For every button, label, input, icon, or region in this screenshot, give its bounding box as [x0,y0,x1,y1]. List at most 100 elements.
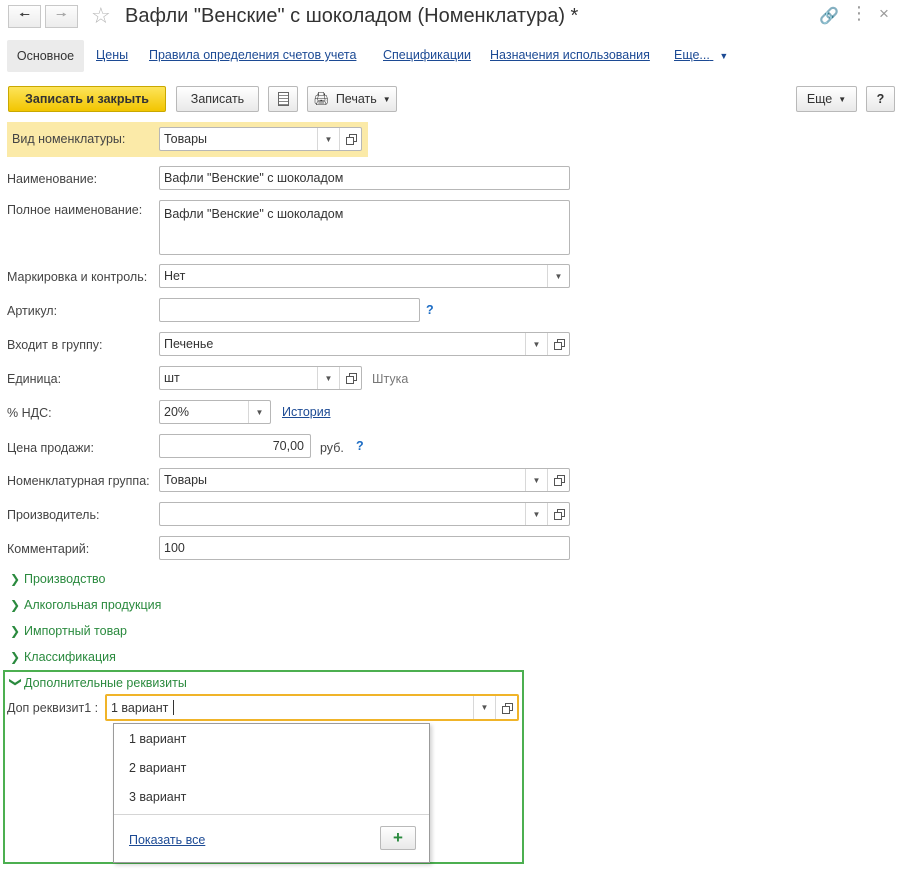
comment-value: 100 [164,541,185,555]
caret-down-icon: ▼ [324,373,333,383]
forward-button[interactable]: 🠖 [45,5,78,28]
save-and-close-button[interactable]: Записать и закрыть [8,86,166,112]
arrow-left-icon: 🠔 [19,8,30,22]
group-classification-label: Классификация [24,650,116,664]
add-value-button[interactable]: + [380,826,416,850]
nomgroup-dropdown-button[interactable]: ▼ [525,469,547,491]
close-icon[interactable]: × [879,4,889,24]
caret-down-icon: ▼ [719,51,729,61]
caret-down-icon: ▼ [255,407,264,417]
tab-prices[interactable]: Цены [96,48,128,62]
document-list-icon [277,92,289,106]
group-alcohol[interactable]: ❯ Алкогольная продукция [10,598,161,612]
open-form-icon [345,373,357,384]
producer-field[interactable]: ▼ [159,502,570,526]
article-help-icon[interactable]: ? [426,303,434,317]
unit-dropdown-button[interactable]: ▼ [317,367,339,389]
producer-dropdown-button[interactable]: ▼ [525,503,547,525]
print-label: Печать [335,92,377,106]
open-form-icon [501,702,513,714]
marking-select[interactable]: Нет ▼ [159,264,570,288]
tab-more-label: Еще... [674,48,710,62]
back-button[interactable]: 🠔 [8,5,41,28]
price-value: 70,00 [272,439,304,453]
window-title: Вафли "Венские" с шоколадом (Номенклатур… [125,5,579,27]
tab-accounting-rules[interactable]: Правила определения счетов учета [149,48,356,62]
extra-attr-field[interactable]: 1 вариант ▼ [105,694,519,721]
caret-down-icon: ▼ [324,134,333,144]
article-label: Артикул: [7,304,58,318]
group-label: Входит в группу: [7,338,103,352]
extra-attr-open-button[interactable] [495,696,517,719]
open-form-icon [553,339,565,350]
printer-icon: 🖨 [313,91,330,106]
dropdown-option[interactable]: 3 вариант [129,790,186,804]
kind-open-button[interactable] [339,128,361,150]
dropdown-option[interactable]: 2 вариант [129,761,186,775]
caret-down-icon: ▼ [838,94,847,104]
kind-dropdown-button[interactable]: ▼ [317,128,339,150]
dropdown-option[interactable]: 1 вариант [129,732,186,746]
producer-open-button[interactable] [547,503,569,525]
vat-select[interactable]: 20% ▼ [159,400,271,424]
group-import-label: Импортный товар [24,624,127,638]
marking-dropdown-button[interactable]: ▼ [547,265,569,287]
more-actions-button[interactable]: Еще ▼ [796,86,857,112]
show-all-link[interactable]: Показать все [129,833,205,847]
tab-usage[interactable]: Назначения использования [490,48,650,62]
nomgroup-label: Номенклатурная группа: [7,474,150,488]
open-form-icon [553,509,565,520]
unit-note: Штука [372,372,409,386]
group-production[interactable]: ❯ Производство [10,572,106,586]
group-import[interactable]: ❯ Импортный товар [10,624,127,638]
caret-down-icon: ▼ [532,475,541,485]
fullname-textarea[interactable]: Вафли "Венские" с шоколадом [159,200,570,255]
vat-history-link[interactable]: История [282,405,330,419]
more-dots-icon[interactable]: ⋮ [850,3,868,24]
tab-specifications[interactable]: Спецификации [383,48,471,62]
caret-down-icon: ▼ [532,509,541,519]
unit-open-button[interactable] [339,367,361,389]
kind-field[interactable]: Товары ▼ [159,127,362,151]
chevron-down-icon: ❯ [9,677,23,688]
vat-label: % НДС: [7,406,52,420]
chevron-right-icon: ❯ [10,650,21,664]
chevron-right-icon: ❯ [10,598,21,612]
group-dropdown-button[interactable]: ▼ [525,333,547,355]
open-form-icon [345,134,357,145]
save-button[interactable]: Записать [176,86,259,112]
article-input[interactable] [159,298,420,322]
extra-attr-dropdown-button[interactable]: ▼ [473,696,495,719]
group-open-button[interactable] [547,333,569,355]
plus-icon: + [393,828,403,847]
favorite-star-icon[interactable]: ☆ [91,3,111,29]
print-button[interactable]: 🖨 Печать ▼ [307,86,397,112]
name-input[interactable]: Вафли "Венские" с шоколадом [159,166,570,190]
extra-attr-dropdown-list: 1 вариант 2 вариант 3 вариант Показать в… [113,723,430,863]
extra-attr-label: Доп реквизит1 : [7,701,99,715]
price-help-icon[interactable]: ? [356,439,364,453]
group-field[interactable]: Печенье ▼ [159,332,570,356]
price-input[interactable]: 70,00 [159,434,311,458]
nomgroup-open-button[interactable] [547,469,569,491]
link-icon[interactable]: 🔗 [819,6,839,26]
caret-down-icon: ▼ [382,94,391,104]
dropdown-separator [114,814,429,815]
nomgroup-field[interactable]: Товары ▼ [159,468,570,492]
tab-main[interactable]: Основное [7,40,84,72]
group-classification[interactable]: ❯ Классификация [10,650,116,664]
group-extra[interactable]: ❯Дополнительные реквизиты [9,676,187,690]
group-production-label: Производство [24,572,106,586]
fullname-value: Вафли "Венские" с шоколадом [164,207,344,221]
kind-value: Товары [164,132,207,146]
unit-field[interactable]: шт ▼ [159,366,362,390]
vat-dropdown-button[interactable]: ▼ [248,401,270,423]
help-button[interactable]: ? [866,86,895,112]
chevron-right-icon: ❯ [10,624,21,638]
chevron-right-icon: ❯ [10,572,21,586]
name-value: Вафли "Венские" с шоколадом [164,171,344,185]
document-list-button[interactable] [268,86,298,112]
comment-input[interactable]: 100 [159,536,570,560]
price-currency: руб. [320,441,344,455]
tab-more[interactable]: Еще... ▼ [674,48,728,62]
